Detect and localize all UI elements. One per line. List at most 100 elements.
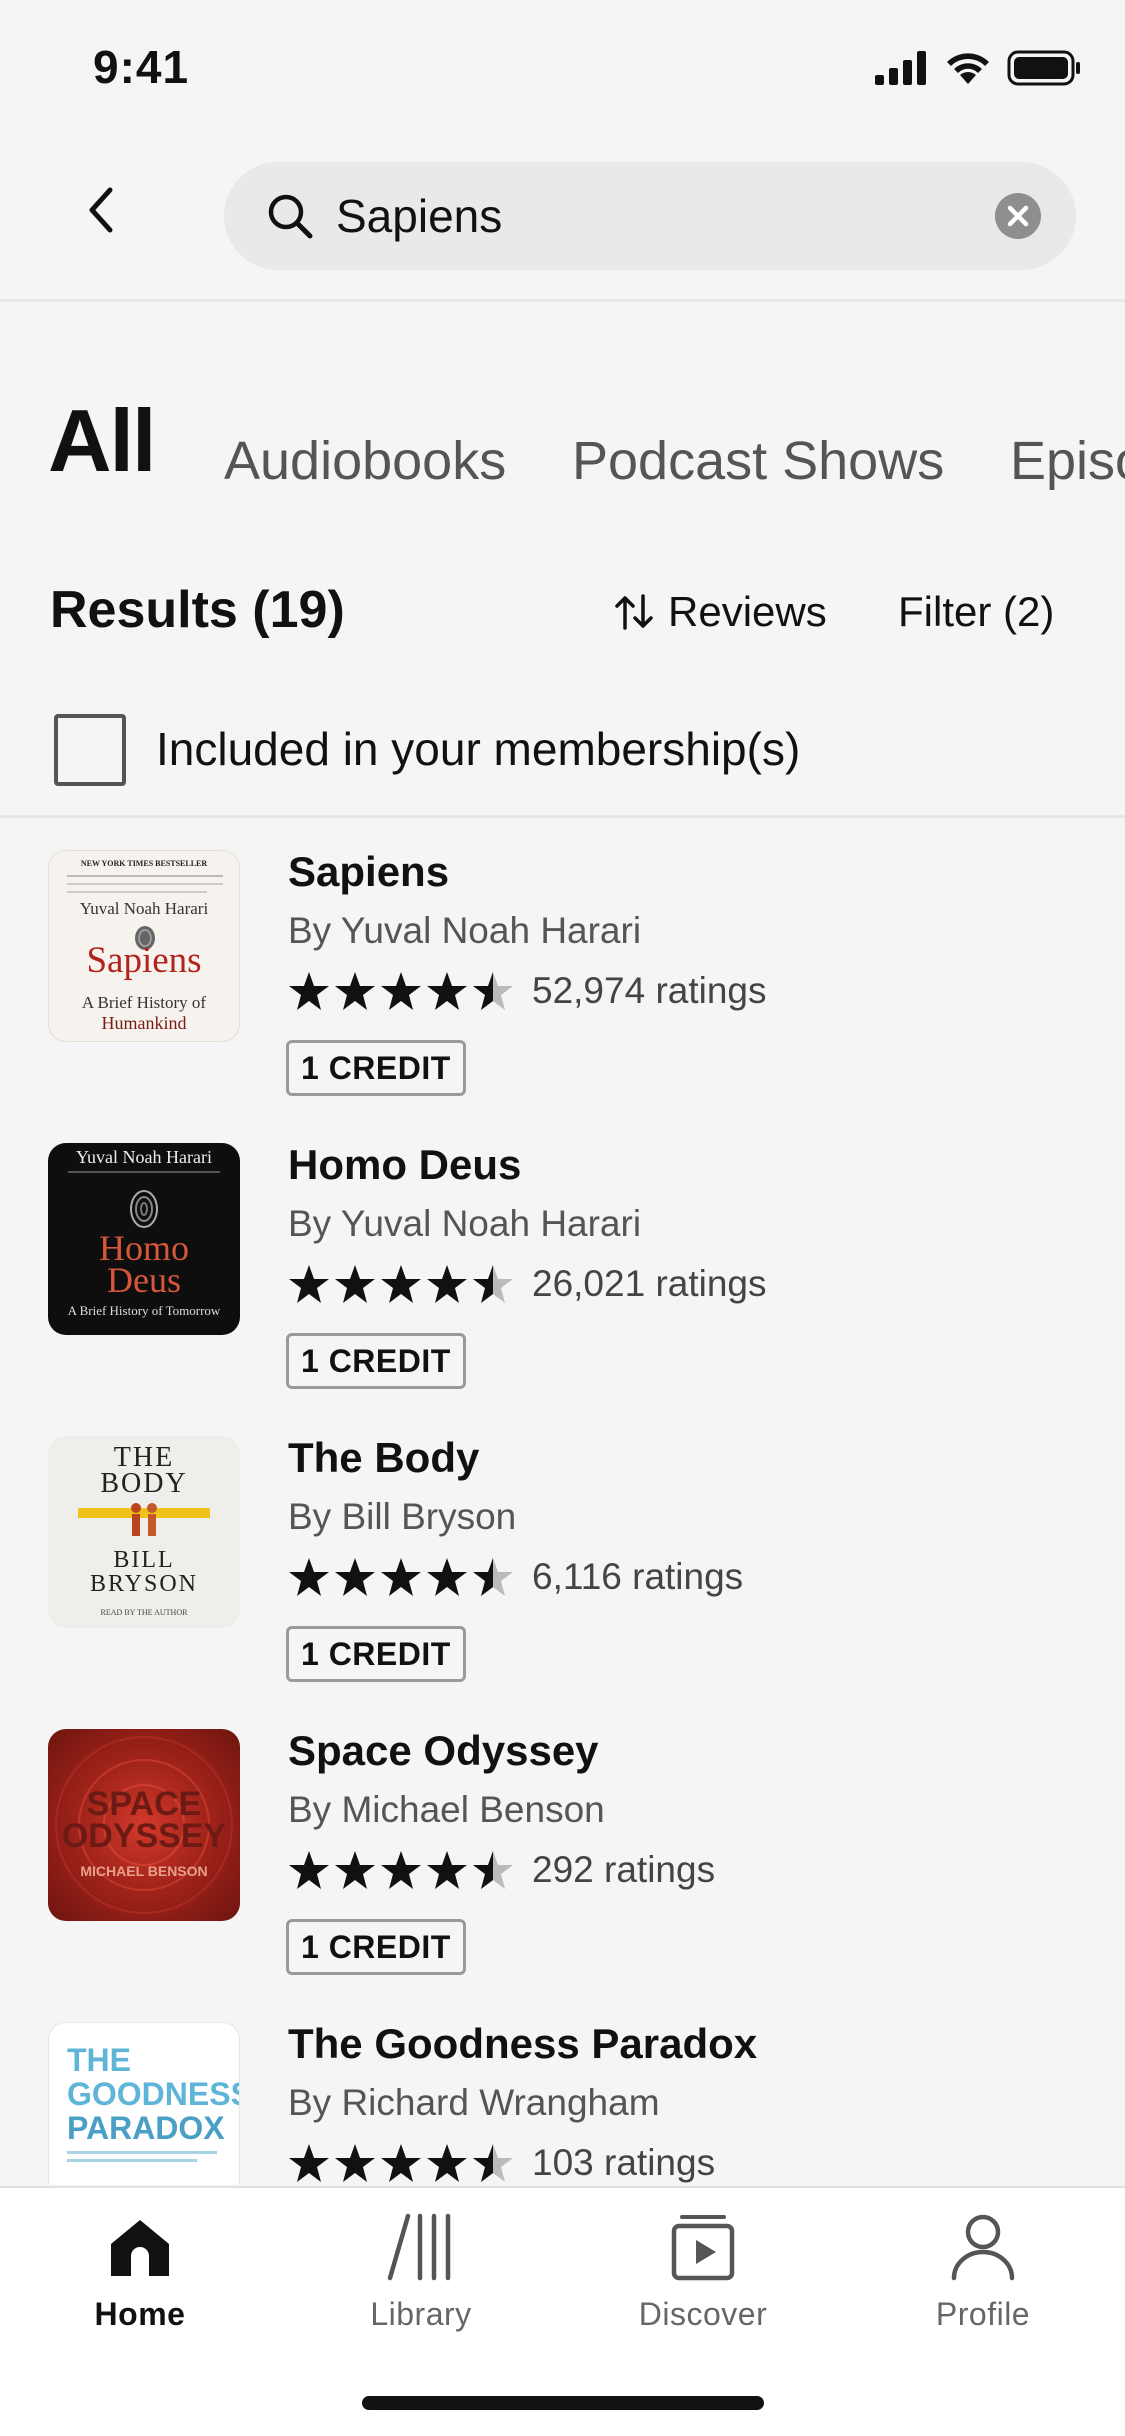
book-author: By Richard Wrangham	[288, 2082, 660, 2123]
membership-filter[interactable]: Included in your membership(s)	[0, 700, 1125, 818]
star-icon	[427, 1265, 467, 1303]
star-icon	[335, 2144, 375, 2182]
tab-podcast-shows[interactable]: Podcast Shows	[572, 430, 944, 492]
library-icon	[387, 2213, 451, 2281]
rating-stars	[288, 1557, 514, 1597]
star-icon	[289, 1265, 329, 1303]
signal-icon	[875, 51, 926, 85]
star-icon	[381, 1851, 421, 1889]
star-icon	[289, 1558, 329, 1596]
list-item[interactable]: SPACE ODYSSEY MICHAEL BENSON Space Odyss…	[0, 1699, 1125, 1992]
figures-icon	[131, 1503, 157, 1536]
star-half-icon	[473, 972, 513, 1010]
results-count: Results (19)	[50, 581, 345, 639]
book-cover: NEW YORK TIMES BESTSELLER Yuval Noah Har…	[48, 850, 240, 1042]
cover-text: SPACE	[86, 1785, 202, 1823]
book-cover: THE BODY BILL BRYSON READ BY THE AUTHOR	[48, 1436, 240, 1628]
back-button[interactable]	[72, 180, 132, 240]
book-title[interactable]: Homo Deus	[288, 1141, 521, 1189]
book-title[interactable]: The Goodness Paradox	[288, 2020, 757, 2068]
tab-label: Home	[94, 2296, 186, 2332]
discover-icon	[671, 2215, 735, 2281]
list-item[interactable]: NEW YORK TIMES BESTSELLER Yuval Noah Har…	[0, 820, 1125, 1113]
book-title[interactable]: Sapiens	[288, 848, 449, 896]
book-author: By Michael Benson	[288, 1789, 605, 1830]
credit-badge: 1 CREDIT	[286, 1626, 466, 1682]
star-icon	[289, 1851, 329, 1889]
status-time: 9:41	[93, 41, 190, 93]
cover-text: Humankind	[101, 1013, 187, 1033]
rating-row: 292 ratings	[288, 1849, 715, 1891]
cover-text: A Brief History of Tomorrow	[67, 1303, 221, 1318]
rating-count: 6,116 ratings	[532, 1556, 744, 1597]
search-input[interactable]: Sapiens	[336, 189, 502, 243]
tab-home[interactable]: Home	[40, 2212, 240, 2333]
rating-count: 26,021 ratings	[532, 1263, 767, 1304]
star-half-icon	[473, 1851, 513, 1889]
list-item[interactable]: THE GOODNESS PARADOX The Goodness Parado…	[0, 1992, 1125, 2185]
cover-text: A Brief History of	[81, 993, 207, 1012]
rating-row: 103 ratings	[288, 2142, 715, 2184]
star-icon	[427, 1851, 467, 1889]
book-author: By Yuval Noah Harari	[288, 910, 642, 951]
membership-label: Included in your membership(s)	[156, 723, 801, 775]
credit-badge: 1 CREDIT	[286, 1040, 466, 1096]
results-header: Results (19) Reviews Filter (2)	[0, 570, 1125, 650]
star-icon	[427, 1558, 467, 1596]
cover-text: READ BY THE AUTHOR	[100, 1608, 188, 1617]
cover-text: GOODNESS	[67, 2076, 240, 2112]
status-icons	[875, 50, 1081, 86]
star-half-icon	[473, 2144, 513, 2182]
fingerprint-icon	[130, 1190, 158, 1228]
tab-discover[interactable]: Discover	[603, 2212, 803, 2333]
clear-icon[interactable]	[994, 192, 1042, 240]
tab-profile[interactable]: Profile	[883, 2212, 1083, 2333]
profile-icon	[951, 2214, 1015, 2281]
home-indicator	[362, 2396, 764, 2410]
rating-stars	[288, 1850, 514, 1890]
category-tabs: All Audiobooks Podcast Shows Episodes	[0, 390, 1125, 510]
book-author: By Bill Bryson	[288, 1496, 517, 1537]
tab-label: Library	[370, 2296, 472, 2332]
star-half-icon	[473, 1265, 513, 1303]
cover-text: THE	[67, 2042, 131, 2078]
star-icon	[381, 972, 421, 1010]
battery-icon	[1007, 50, 1080, 86]
credit-badge: 1 CREDIT	[286, 1919, 466, 1975]
wifi-icon	[947, 53, 989, 84]
filter-button[interactable]: Filter (2)	[898, 588, 1054, 636]
tab-audiobooks[interactable]: Audiobooks	[224, 430, 506, 492]
tab-label: Profile	[935, 2296, 1031, 2332]
star-icon	[381, 2144, 421, 2182]
rating-row: 52,974 ratings	[288, 970, 767, 1012]
tab-episodes[interactable]: Episodes	[1010, 430, 1125, 492]
cover-text: BRYSON	[89, 1571, 199, 1597]
sort-button[interactable]: Reviews	[612, 588, 827, 636]
tab-library[interactable]: Library	[321, 2212, 521, 2333]
rating-stars	[288, 971, 514, 1011]
star-icon	[427, 972, 467, 1010]
results-list: NEW YORK TIMES BESTSELLER Yuval Noah Har…	[0, 820, 1125, 2185]
list-item[interactable]: Yuval Noah Harari Homo Deus A Brief Hist…	[0, 1113, 1125, 1406]
star-icon	[381, 1558, 421, 1596]
cover-text: PARADOX	[67, 2110, 225, 2146]
status-bar: 9:41	[0, 0, 1125, 140]
tab-all[interactable]: All	[48, 390, 156, 492]
sort-icon	[615, 594, 653, 630]
list-item[interactable]: THE BODY BILL BRYSON READ BY THE AUTHOR …	[0, 1406, 1125, 1699]
star-icon	[335, 1265, 375, 1303]
cover-text: BILL	[113, 1547, 175, 1573]
credit-badge: 1 CREDIT	[286, 1333, 466, 1389]
book-title[interactable]: Space Odyssey	[288, 1727, 599, 1775]
book-cover: Yuval Noah Harari Homo Deus A Brief Hist…	[48, 1143, 240, 1335]
membership-checkbox[interactable]	[54, 714, 126, 786]
rating-stars	[288, 2143, 514, 2183]
search-field[interactable]: Sapiens	[224, 162, 1076, 270]
star-icon	[427, 2144, 467, 2182]
cover-text: Yuval Noah Harari	[76, 1147, 212, 1167]
cover-text: MICHAEL BENSON	[80, 1863, 208, 1879]
rating-count: 103 ratings	[532, 2142, 716, 2183]
book-title[interactable]: The Body	[288, 1434, 479, 1482]
sort-label: Reviews	[668, 588, 827, 635]
tab-label: Discover	[638, 2296, 768, 2332]
